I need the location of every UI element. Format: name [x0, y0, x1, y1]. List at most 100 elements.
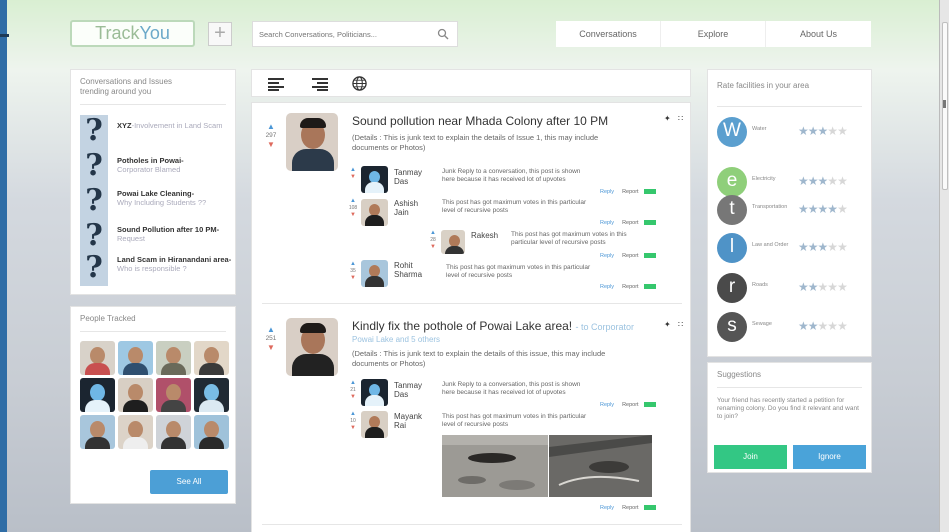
person-photo[interactable]	[118, 341, 153, 375]
person-photo[interactable]	[194, 378, 229, 412]
logo[interactable]: TrackYou	[70, 20, 195, 47]
person-photo[interactable]	[194, 341, 229, 375]
star-rating[interactable]: ★★★★★	[798, 319, 848, 333]
reply-link[interactable]: Reply	[600, 189, 614, 195]
star-icon[interactable]: ★	[808, 124, 819, 138]
upvote-icon[interactable]: ▲	[348, 380, 358, 387]
report-link[interactable]: Report	[622, 402, 639, 408]
star-icon[interactable]: ★	[808, 280, 819, 294]
star-icon[interactable]: ★	[818, 174, 829, 188]
see-all-button[interactable]: See All	[150, 470, 228, 494]
ignore-button[interactable]: Ignore	[793, 445, 866, 469]
post-author-avatar[interactable]	[286, 318, 338, 376]
comment-author[interactable]: Rohit Sharma	[394, 261, 430, 279]
post-title[interactable]: Kindly fix the pothole of Powai Lake are…	[352, 319, 634, 333]
star-icon[interactable]: ★	[808, 202, 819, 216]
report-link[interactable]: Report	[622, 253, 639, 259]
star-icon[interactable]: ★	[827, 124, 838, 138]
globe-icon[interactable]	[352, 76, 367, 91]
upvote-icon[interactable]: ▲	[348, 261, 358, 268]
comment-avatar[interactable]	[361, 166, 388, 193]
star-icon[interactable]: ★	[837, 240, 848, 254]
report-link[interactable]: Report	[622, 220, 639, 226]
star-icon[interactable]: ★	[808, 319, 819, 333]
add-button[interactable]: +	[208, 22, 232, 46]
pothole-photo[interactable]	[442, 435, 548, 497]
pin-icon[interactable]: ✦	[664, 114, 671, 123]
star-rating[interactable]: ★★★★★	[798, 202, 848, 216]
search-box[interactable]	[252, 21, 458, 47]
comment-author[interactable]: Tanmay Das	[394, 381, 430, 399]
comment-avatar[interactable]	[361, 379, 388, 406]
downvote-icon[interactable]: ▼	[348, 394, 358, 401]
star-icon[interactable]: ★	[827, 319, 838, 333]
reply-link[interactable]: Reply	[600, 402, 614, 408]
star-icon[interactable]: ★	[808, 240, 819, 254]
person-photo[interactable]	[118, 415, 153, 449]
upvote-icon[interactable]: ▲	[428, 230, 438, 237]
upvote-icon[interactable]: ▲	[263, 326, 279, 334]
comment-avatar[interactable]	[361, 199, 388, 226]
upvote-icon[interactable]: ▲	[348, 198, 358, 205]
comment-author[interactable]: Rakesh	[471, 231, 505, 240]
comment-avatar[interactable]	[361, 260, 388, 287]
star-icon[interactable]: ★	[837, 174, 848, 188]
star-icon[interactable]: ★	[837, 124, 848, 138]
star-icon[interactable]: ★	[818, 240, 829, 254]
person-photo[interactable]	[80, 378, 115, 412]
comment-author[interactable]: Tanmay Das	[394, 168, 430, 186]
downvote-icon[interactable]: ▼	[348, 212, 358, 219]
reply-link[interactable]: Reply	[600, 505, 614, 511]
list-icon[interactable]	[268, 77, 284, 91]
star-icon[interactable]: ★	[798, 240, 809, 254]
star-icon[interactable]: ★	[827, 174, 838, 188]
search-icon[interactable]	[437, 28, 449, 40]
road-photo[interactable]	[549, 435, 652, 497]
star-icon[interactable]: ★	[818, 202, 829, 216]
comment-author[interactable]: Mayank Rai	[394, 412, 430, 430]
star-icon[interactable]: ★	[827, 202, 838, 216]
post-title[interactable]: Sound pollution near Mhada Colony after …	[352, 114, 608, 128]
person-photo[interactable]	[80, 341, 115, 375]
downvote-icon[interactable]: ▼	[263, 344, 279, 352]
star-icon[interactable]: ★	[837, 280, 848, 294]
nav-explore[interactable]: Explore	[660, 21, 765, 47]
star-icon[interactable]: ★	[798, 124, 809, 138]
star-icon[interactable]: ★	[827, 280, 838, 294]
grid-menu-icon[interactable]: ∷	[678, 114, 683, 123]
post-recipient[interactable]: - to Corporator	[575, 322, 634, 332]
star-icon[interactable]: ★	[837, 202, 848, 216]
person-photo[interactable]	[156, 378, 191, 412]
pin-icon[interactable]: ✦	[664, 320, 671, 329]
star-icon[interactable]: ★	[798, 280, 809, 294]
downvote-icon[interactable]: ▼	[348, 174, 358, 181]
scrollbar[interactable]	[939, 0, 949, 532]
downvote-icon[interactable]: ▼	[348, 275, 358, 282]
report-link[interactable]: Report	[622, 189, 639, 195]
downvote-icon[interactable]: ▼	[428, 244, 438, 251]
star-rating[interactable]: ★★★★★	[798, 124, 848, 138]
upvote-icon[interactable]: ▲	[348, 167, 358, 174]
join-button[interactable]: Join	[714, 445, 787, 469]
star-icon[interactable]: ★	[798, 174, 809, 188]
star-rating[interactable]: ★★★★★	[798, 174, 848, 188]
comment-avatar[interactable]	[361, 411, 388, 438]
post-title-text[interactable]: Kindly fix the pothole of Powai Lake are…	[352, 319, 572, 333]
post-author-avatar[interactable]	[286, 113, 338, 171]
star-icon[interactable]: ★	[837, 319, 848, 333]
comment-author[interactable]: Ashish Jain	[394, 199, 430, 217]
reply-link[interactable]: Reply	[600, 284, 614, 290]
report-link[interactable]: Report	[622, 284, 639, 290]
person-photo[interactable]	[118, 378, 153, 412]
person-photo[interactable]	[156, 415, 191, 449]
star-icon[interactable]: ★	[827, 240, 838, 254]
person-photo[interactable]	[194, 415, 229, 449]
star-icon[interactable]: ★	[808, 174, 819, 188]
star-icon[interactable]: ★	[818, 124, 829, 138]
search-input[interactable]	[253, 22, 428, 46]
star-rating[interactable]: ★★★★★	[798, 280, 848, 294]
report-link[interactable]: Report	[622, 505, 639, 511]
grid-menu-icon[interactable]: ∷	[678, 320, 683, 329]
compact-list-icon[interactable]	[312, 77, 328, 91]
person-photo[interactable]	[156, 341, 191, 375]
